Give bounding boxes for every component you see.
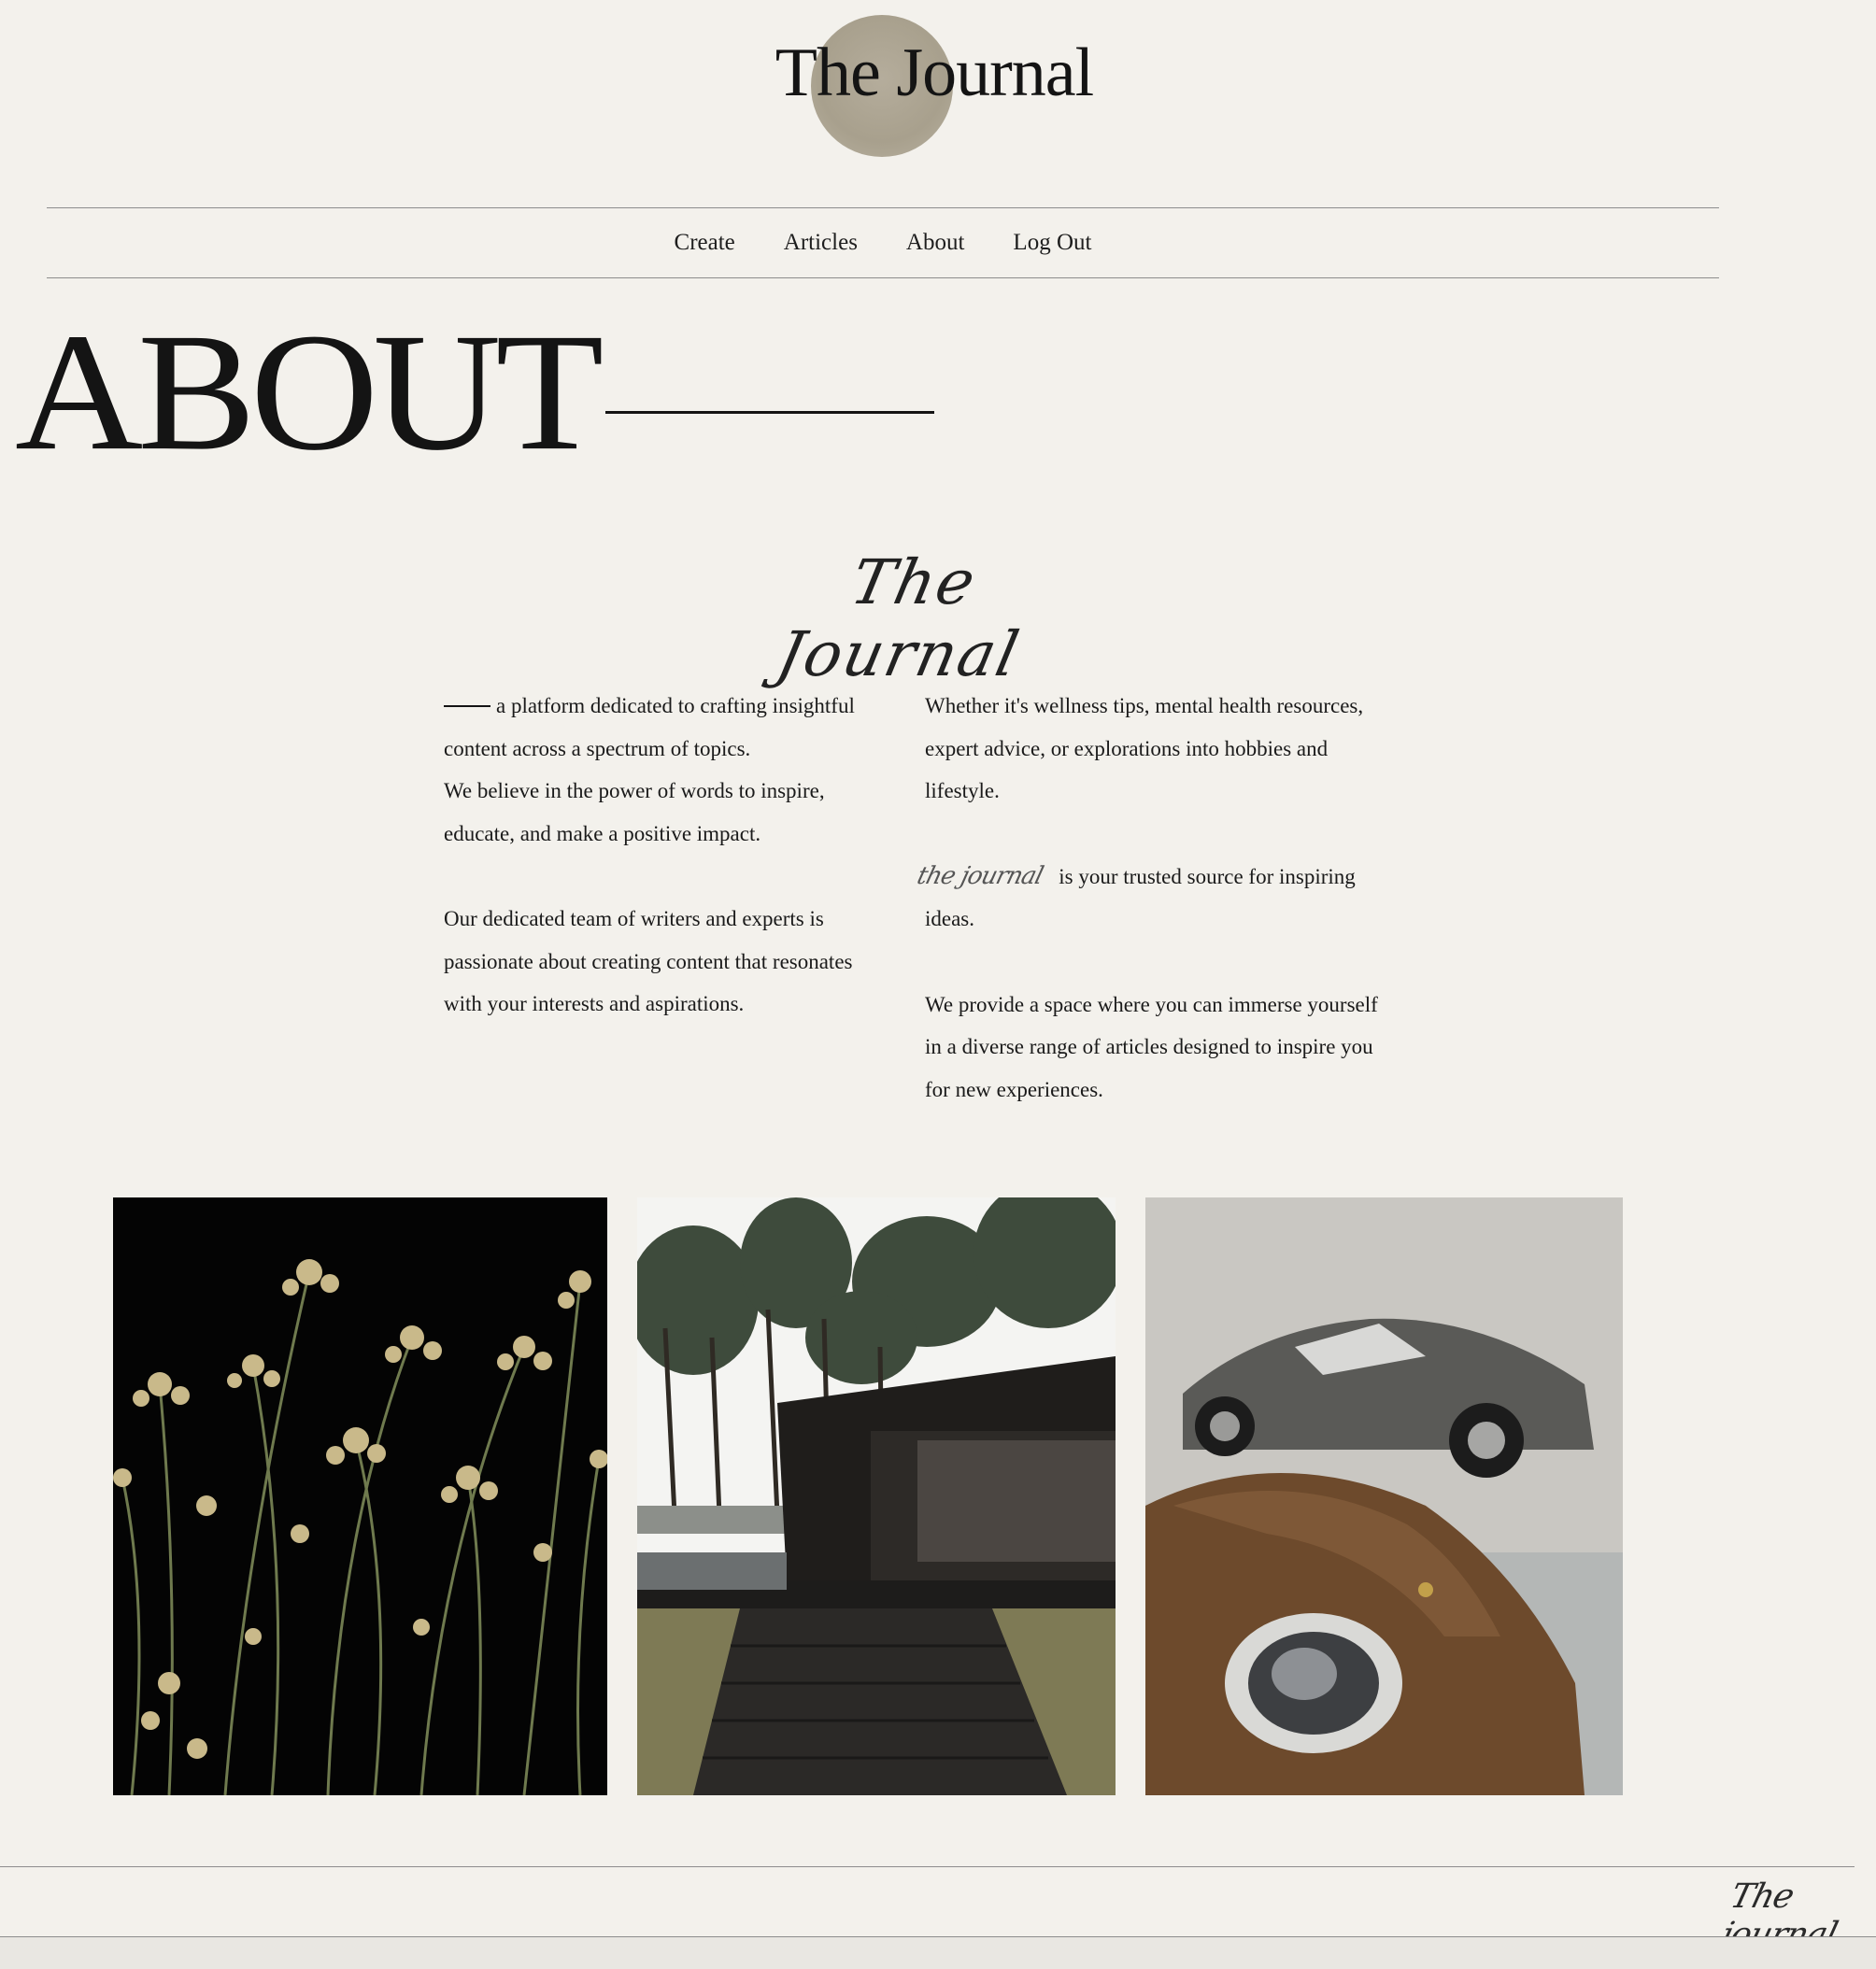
about-paragraph-3: Our dedicated team of writers and expert… xyxy=(444,907,853,1015)
nav-bottom-divider xyxy=(47,277,1719,278)
about-right-column: Whether it's wellness tips, mental healt… xyxy=(914,685,1392,1111)
nav-item-articles[interactable]: Articles xyxy=(784,230,858,256)
about-paragraph-1-text: a platform dedicated to crafting insight… xyxy=(444,694,855,760)
script-logo: The Journal xyxy=(771,546,1027,690)
heading-rule xyxy=(605,411,934,414)
inline-script-logo: the journal xyxy=(914,861,1046,890)
about-paragraph-6: We provide a space where you can immerse… xyxy=(925,992,1378,1101)
brand-title[interactable]: The Journal xyxy=(654,34,1215,113)
dash-rule xyxy=(444,704,490,707)
footer-divider xyxy=(0,1866,1855,1867)
about-paragraph-2: We believe in the power of words to insp… xyxy=(444,779,825,845)
gallery-image-flowers xyxy=(113,1197,607,1795)
about-paragraph-5: the journal is your trusted source for in… xyxy=(914,856,1392,941)
main-nav: Create Articles About Log Out xyxy=(47,207,1719,278)
footer-band xyxy=(0,1937,1876,1969)
about-paragraph-1: a platform dedicated to crafting insight… xyxy=(444,685,892,770)
page-title: ABOUT xyxy=(15,299,604,486)
about-paragraph-4: Whether it's wellness tips, mental healt… xyxy=(925,694,1364,802)
nav-item-about[interactable]: About xyxy=(906,230,965,256)
gallery-image-house xyxy=(637,1197,1116,1795)
about-left-column: a platform dedicated to crafting insight… xyxy=(444,685,892,1026)
gallery-image-cars xyxy=(1145,1197,1623,1795)
nav-item-create[interactable]: Create xyxy=(675,230,735,256)
nav-item-logout[interactable]: Log Out xyxy=(1013,230,1091,256)
